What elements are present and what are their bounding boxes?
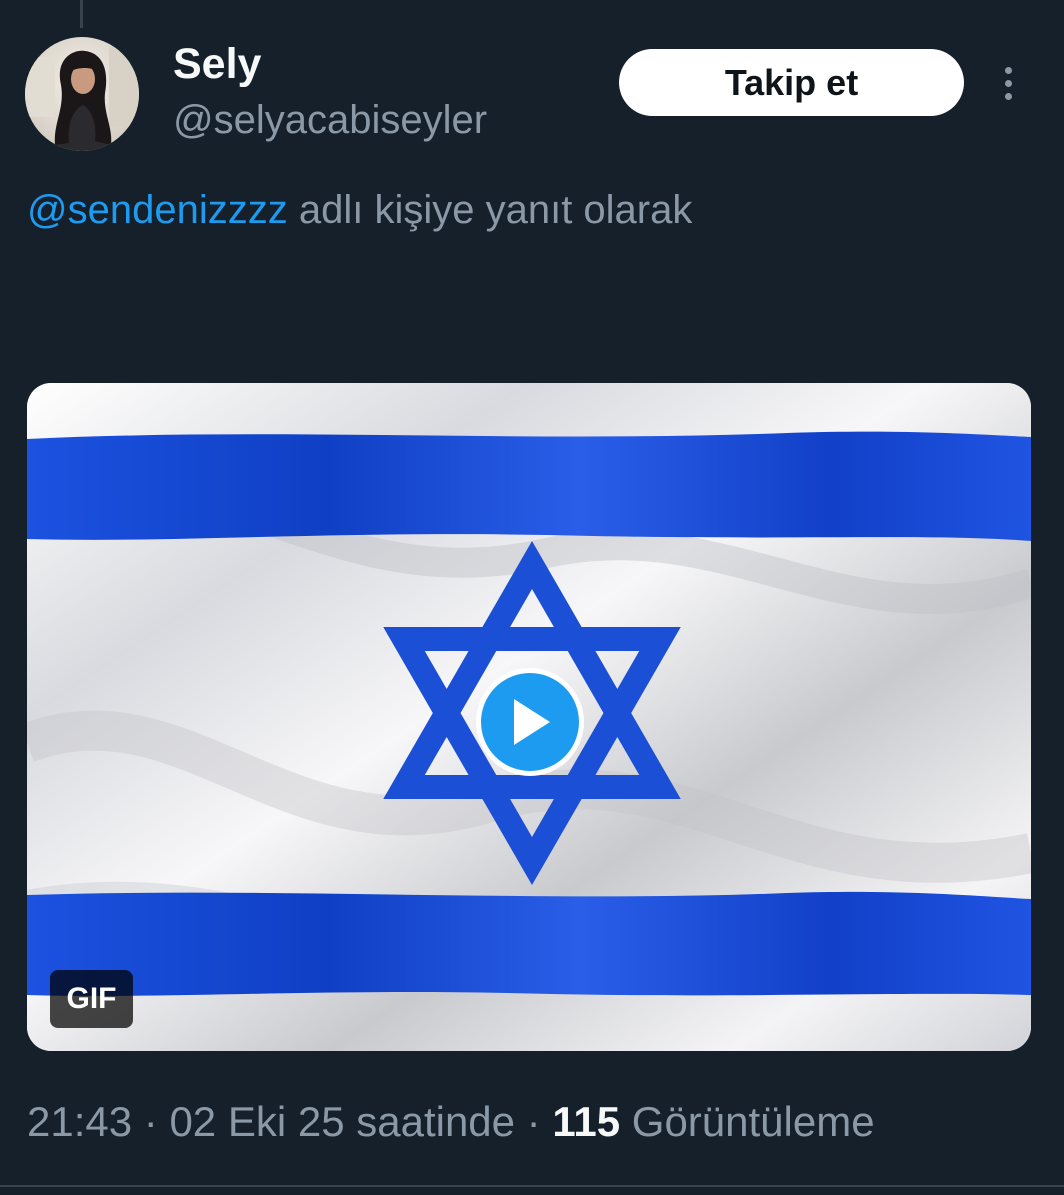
play-icon [514,699,550,745]
tweet-page: Sely @selyacabiseyler Takip et @sendeniz… [0,0,1064,1195]
views-count: 115 [552,1098,621,1145]
thread-connector-line [80,0,83,28]
reply-mention-link[interactable]: @sendenizzzz [27,188,288,232]
meta-separator: · [132,1098,170,1145]
meta-separator: · [515,1098,553,1145]
play-button[interactable] [476,668,584,776]
avatar[interactable] [25,37,139,151]
tweet-time[interactable]: 21:43 [27,1098,132,1145]
reply-context-text: adlı kişiye yanıt olarak [287,188,693,232]
gif-badge: GIF [50,970,133,1028]
tweet-date[interactable]: 02 Eki 25 saatinde [169,1098,515,1145]
tweet-meta: 21:43 · 02 Eki 25 saatinde · 115 Görüntü… [27,1094,875,1150]
reply-context: @sendenizzzz adlı kişiye yanıt olarak [27,184,692,236]
more-options-icon[interactable] [990,60,1026,106]
divider [0,1185,1064,1187]
author-handle[interactable]: @selyacabiseyler [173,96,487,144]
follow-button[interactable]: Takip et [619,49,964,116]
views-label: Görüntüleme [620,1098,875,1145]
author-display-name[interactable]: Sely [173,38,261,90]
